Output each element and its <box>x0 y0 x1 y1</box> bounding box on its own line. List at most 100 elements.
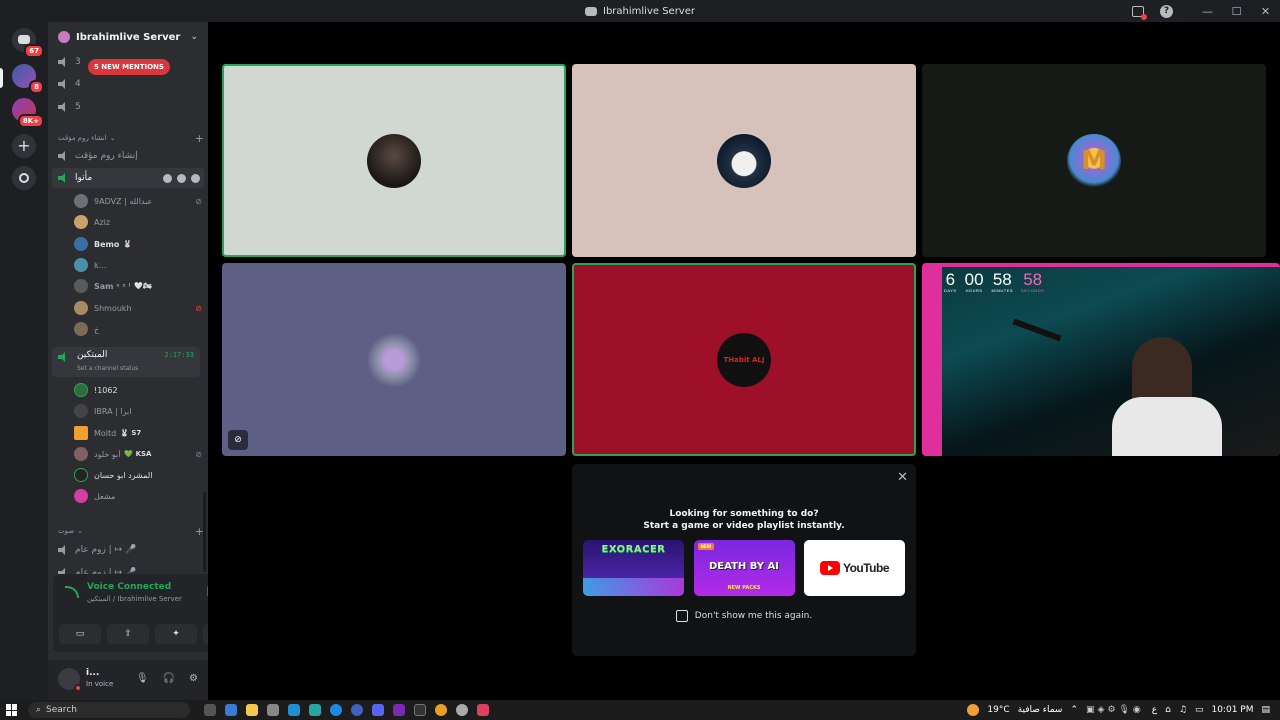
network-icon[interactable]: ⌂ <box>1165 705 1171 715</box>
sidebar-scrollbar[interactable] <box>203 492 206 572</box>
task-view-icon[interactable] <box>204 704 216 716</box>
app-icon[interactable] <box>393 704 405 716</box>
voice-status[interactable]: Voice Connected <box>87 582 171 592</box>
add-server-button[interactable]: + <box>12 134 36 158</box>
voice-user[interactable]: المشرد ابو حسان <box>74 465 202 485</box>
home-button[interactable]: 67 <box>12 28 44 58</box>
voice-channel-active[interactable]: مأتوا <box>52 168 204 188</box>
participant-tile[interactable]: THabit ALJ <box>572 263 916 456</box>
server-ibrahimlive[interactable]: 8 <box>12 64 44 94</box>
checkbox-icon[interactable] <box>675 610 688 622</box>
stream-tile[interactable]: 6 DAYS 00 HOURS 58 MINUTES 58 SECONDS <box>922 263 1280 456</box>
participant-tile[interactable] <box>222 64 566 257</box>
camera-button[interactable]: ▭ <box>59 624 101 644</box>
notifications-icon[interactable]: ▤ <box>1261 705 1270 715</box>
voice-channel-room[interactable]: زوم عام | ↦ 🎤 <box>52 540 204 560</box>
tray-icons[interactable]: ▣◈⚙🎙◉ <box>1086 705 1144 715</box>
voice-channel-4[interactable]: 4 <box>52 74 204 94</box>
server-2[interactable]: 8K+ <box>12 98 44 128</box>
file-explorer-icon[interactable] <box>246 704 258 716</box>
app-icon[interactable] <box>351 704 363 716</box>
user-panel: i... In voice 🎙 🎧 ⚙ <box>48 660 208 700</box>
volume-icon[interactable]: ♫ <box>1179 705 1187 715</box>
screen-share-button[interactable]: ⇧ <box>107 624 149 644</box>
channel-status-input[interactable]: Set a channel status <box>77 365 138 372</box>
clock[interactable]: 10:01 PM <box>1211 705 1253 715</box>
chrome-icon[interactable] <box>435 704 447 716</box>
headphones-icon[interactable]: 🎧 <box>163 673 175 684</box>
chat-icon[interactable] <box>163 173 172 183</box>
language-indicator[interactable]: ع <box>1152 705 1157 715</box>
voice-user[interactable]: k... <box>74 255 202 275</box>
activity-youtube[interactable]: YouTube <box>804 540 905 596</box>
dont-show-again-checkbox[interactable]: Don't show me this again. <box>572 610 916 622</box>
new-mentions-pill[interactable]: 5 NEW MENTIONS <box>88 59 170 75</box>
server-header[interactable]: Ibrahimlive Server ⌄ <box>48 22 208 52</box>
battery-icon[interactable]: ▭ <box>1195 705 1204 715</box>
gear-icon[interactable] <box>191 173 200 183</box>
category-voice[interactable]: صوت ⌄ + <box>58 524 204 538</box>
activities-button[interactable]: ✦ <box>155 624 197 644</box>
weather-temp[interactable]: 19°C <box>987 705 1009 715</box>
speaker-icon <box>58 151 69 161</box>
voice-user[interactable]: Shmoukh ⊘ <box>74 298 202 318</box>
participant-tile[interactable]: M <box>922 64 1266 257</box>
voice-user[interactable]: خ <box>74 319 202 339</box>
voice-user[interactable]: Aziz <box>74 212 202 232</box>
speaker-icon <box>58 173 69 183</box>
app-icon[interactable] <box>267 704 279 716</box>
edge-icon[interactable] <box>330 704 342 716</box>
app-icon[interactable] <box>414 704 426 716</box>
username[interactable]: i... <box>86 668 99 678</box>
weather-desc[interactable]: سماء صافية <box>1018 705 1063 715</box>
maximize-button[interactable]: ☐ <box>1222 0 1251 22</box>
screen-share-icon: ⇧ <box>124 629 132 639</box>
discord-taskbar-icon[interactable] <box>372 704 384 716</box>
copilot-icon[interactable] <box>225 704 237 716</box>
app-icon[interactable] <box>309 704 321 716</box>
activity-exoracer[interactable]: EXORACER <box>583 540 684 596</box>
app-icon[interactable] <box>288 704 300 716</box>
voice-user[interactable]: أبو خلود 💚 KSA ⊘ <box>74 444 202 464</box>
activity-death-by-ai[interactable]: NEW DEATH BY AI NEW PACKS <box>693 540 795 596</box>
voice-user[interactable]: IBRA | ابرا <box>74 401 202 421</box>
close-icon[interactable]: ✕ <box>897 470 908 485</box>
voice-channel-temp[interactable]: إنشاء روم مؤقت <box>52 146 204 166</box>
voice-user[interactable]: مشعل <box>74 486 202 506</box>
microphone-icon[interactable]: 🎙 <box>136 673 149 684</box>
add-channel-icon[interactable]: + <box>195 132 204 145</box>
help-button[interactable]: ? <box>1152 0 1181 22</box>
taskbar-search[interactable]: ⌕ Search <box>28 702 190 718</box>
avatar <box>74 383 88 397</box>
inbox-button[interactable] <box>1123 0 1152 22</box>
windows-start-icon[interactable] <box>6 704 18 716</box>
app-icon[interactable] <box>456 704 468 716</box>
participant-tile[interactable] <box>572 64 916 257</box>
participant-tile[interactable]: ⊘ <box>222 263 566 456</box>
invite-icon[interactable] <box>177 173 186 183</box>
mic-muted-icon: ⊘ <box>228 430 248 450</box>
app-icon[interactable] <box>477 704 489 716</box>
voice-user[interactable]: 9ADVZ | عبدالله ⊘ <box>74 191 202 211</box>
category-temp[interactable]: انشاء روم مؤقت ⌄ + <box>58 131 204 145</box>
voice-user[interactable]: Bemo 🐰 <box>74 234 202 254</box>
connected-voice-channel[interactable]: المبتكين 2:17:33 Set a channel status <box>52 347 200 377</box>
track-graphic <box>583 578 684 596</box>
weather-icon[interactable] <box>967 704 980 716</box>
discover-button[interactable] <box>12 166 36 190</box>
camera-off-icon: ▭ <box>75 629 85 639</box>
minimize-button[interactable]: — <box>1193 0 1222 22</box>
help-icon: ? <box>1160 4 1173 18</box>
close-window-button[interactable]: ✕ <box>1251 0 1280 22</box>
chevron-up-icon[interactable]: ⌃ <box>1070 705 1078 715</box>
avatar: THabit ALJ <box>717 332 771 387</box>
voice-location[interactable]: المبتكين / Ibrahimlive Server <box>87 595 182 603</box>
voice-user[interactable]: Moltd 🐰 S7 <box>74 423 202 443</box>
voice-channel-5[interactable]: 5 <box>52 97 204 117</box>
speaker-icon <box>58 79 69 89</box>
avatar <box>74 279 88 293</box>
voice-user[interactable]: !1062 <box>74 380 202 400</box>
voice-user[interactable]: Sam ᶻ ᶻ ˡ 🤍🏍 <box>74 276 202 296</box>
server-icon <box>58 31 70 43</box>
gear-icon[interactable]: ⚙ <box>189 673 198 684</box>
